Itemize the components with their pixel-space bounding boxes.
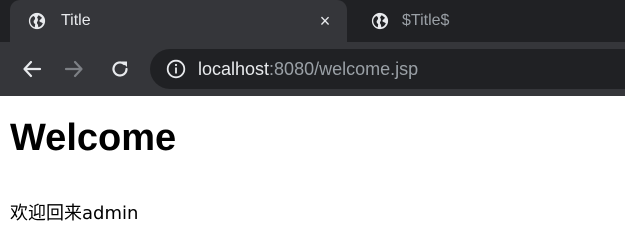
tab-template-title[interactable]: $Title$ xyxy=(353,0,625,42)
url-host: localhost xyxy=(198,58,270,79)
globe-icon xyxy=(371,12,389,30)
page-heading: Welcome xyxy=(10,117,177,159)
tab-strip: Title × $Title$ xyxy=(0,0,625,42)
browser-toolbar: localhost:8080/welcome.jsp xyxy=(0,42,625,96)
globe-icon xyxy=(28,12,46,30)
reload-button[interactable] xyxy=(106,55,134,83)
url-text[interactable]: localhost:8080/welcome.jsp xyxy=(198,59,418,80)
page-content: Welcome 欢迎回来admin xyxy=(0,96,625,245)
tab-title[interactable]: Title × xyxy=(10,0,347,42)
forward-button[interactable] xyxy=(60,55,88,83)
back-button[interactable] xyxy=(18,55,46,83)
welcome-message: 欢迎回来admin xyxy=(10,203,139,224)
tab-title-label: Title xyxy=(61,12,91,29)
url-path: :8080/welcome.jsp xyxy=(269,58,419,79)
info-icon[interactable] xyxy=(166,59,186,79)
close-tab-icon[interactable]: × xyxy=(315,11,335,31)
address-bar[interactable]: localhost:8080/welcome.jsp xyxy=(150,49,625,89)
tab-title-label: $Title$ xyxy=(402,12,450,29)
arrow-right-icon xyxy=(64,60,83,78)
reload-icon xyxy=(112,61,128,77)
arrow-left-icon xyxy=(23,60,42,78)
